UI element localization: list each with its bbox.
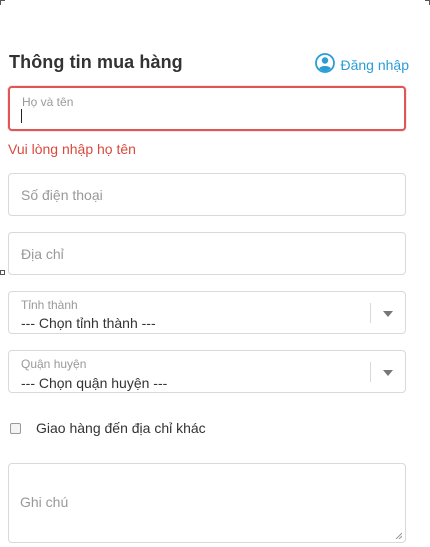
phone-field[interactable]: Số điện thoại <box>8 173 406 216</box>
text-cursor <box>21 109 22 123</box>
select-separator <box>370 362 371 382</box>
ship-other-address-checkbox[interactable] <box>10 422 21 434</box>
note-textarea[interactable]: Ghi chú <box>8 463 406 543</box>
page-title: Thông tin mua hàng <box>9 52 183 72</box>
district-label: Quận huyện <box>21 357 87 371</box>
ship-other-address-label: Giao hàng đến địa chỉ khác <box>36 420 206 436</box>
province-label: Tỉnh thành <box>21 298 78 312</box>
chevron-down-icon[interactable] <box>383 370 393 376</box>
fullname-label: Họ và tên <box>22 95 74 109</box>
select-separator <box>370 303 371 323</box>
chevron-down-icon[interactable] <box>383 311 393 317</box>
province-selected-value: --- Chọn tỉnh thành --- <box>21 315 156 331</box>
login-label: Đăng nhập <box>340 56 409 73</box>
fullname-field[interactable]: Họ và tên <box>8 86 406 131</box>
edge-marker <box>0 270 5 275</box>
note-placeholder: Ghi chú <box>20 494 69 510</box>
login-link[interactable]: Đăng nhập <box>315 53 409 76</box>
address-placeholder: Địa chỉ <box>21 245 64 262</box>
province-select[interactable]: Tỉnh thành --- Chọn tỉnh thành --- <box>8 291 406 334</box>
user-circle-icon <box>315 53 340 76</box>
phone-placeholder: Số điện thoại <box>21 186 103 203</box>
corner-marker <box>0 0 5 5</box>
district-select[interactable]: Quận huyện --- Chọn quận huyện --- <box>8 350 406 393</box>
fullname-error-message: Vui lòng nhập họ tên <box>8 141 136 157</box>
address-field[interactable]: Địa chỉ <box>8 232 406 275</box>
ship-other-address-option[interactable]: Giao hàng đến địa chỉ khác <box>10 420 206 436</box>
checkout-header: Thông tin mua hàng Đăng nhập <box>9 52 409 78</box>
resize-handle-icon[interactable] <box>395 532 402 539</box>
corner-marker <box>425 0 430 5</box>
district-selected-value: --- Chọn quận huyện --- <box>21 375 168 391</box>
